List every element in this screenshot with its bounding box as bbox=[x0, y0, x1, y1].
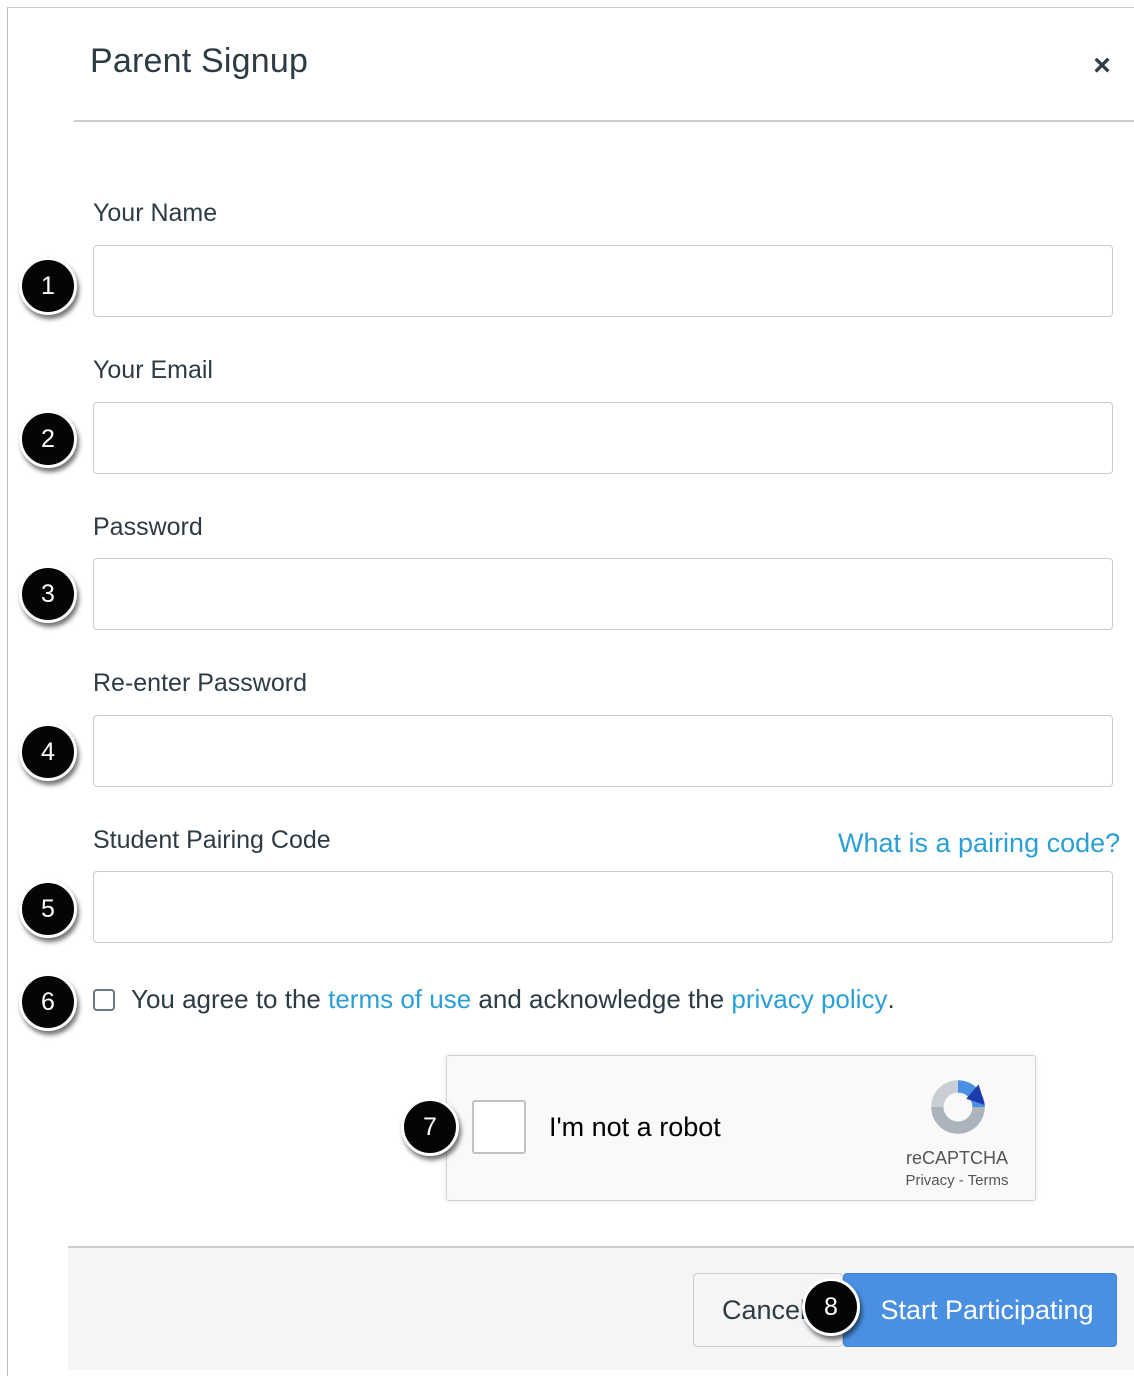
recaptcha-checkbox[interactable] bbox=[472, 1100, 526, 1154]
callout-marker-2: 2 bbox=[19, 410, 77, 468]
terms-checkbox[interactable] bbox=[93, 988, 115, 1011]
agree-middle-text: and acknowledge the bbox=[478, 984, 725, 1014]
page: Parent Signup × Your Name 1 Your Email 2… bbox=[0, 0, 1134, 1376]
recaptcha-widget: I'm not a robot reCAPTCHA Privacy - Term… bbox=[446, 1055, 1036, 1201]
callout-marker-1: 1 bbox=[19, 257, 77, 315]
recaptcha-brand: reCAPTCHA bbox=[905, 1148, 1008, 1168]
recaptcha-logo-icon bbox=[931, 1080, 985, 1134]
password-label: Password bbox=[93, 513, 203, 541]
pairing-code-input[interactable] bbox=[93, 871, 1113, 943]
pairing-code-label: Student Pairing Code bbox=[93, 826, 331, 854]
password-input[interactable] bbox=[93, 558, 1113, 630]
pairing-code-help-link[interactable]: What is a pairing code? bbox=[838, 828, 1120, 859]
privacy-policy-link[interactable]: privacy policy bbox=[731, 984, 887, 1015]
reenter-password-input[interactable] bbox=[93, 715, 1113, 787]
recaptcha-privacy-terms[interactable]: Privacy - Terms bbox=[887, 1172, 1027, 1189]
agree-suffix-text: . bbox=[887, 984, 895, 1014]
email-label: Your Email bbox=[93, 356, 213, 384]
dialog-title: Parent Signup bbox=[90, 42, 309, 80]
callout-marker-6: 6 bbox=[19, 973, 77, 1031]
start-participating-button[interactable]: Start Participating bbox=[843, 1273, 1117, 1347]
agree-prefix-text: You agree to the bbox=[131, 984, 321, 1014]
callout-marker-7: 7 bbox=[401, 1098, 459, 1156]
recaptcha-label: I'm not a robot bbox=[549, 1112, 721, 1142]
close-button[interactable]: × bbox=[1082, 48, 1122, 84]
name-input[interactable] bbox=[93, 245, 1113, 317]
terms-agreement-row: You agree to the terms of use and acknow… bbox=[93, 984, 895, 1015]
close-icon: × bbox=[1093, 49, 1111, 82]
reenter-password-label: Re-enter Password bbox=[93, 669, 307, 697]
name-label: Your Name bbox=[93, 199, 218, 227]
callout-marker-8: 8 bbox=[802, 1278, 860, 1336]
callout-marker-3: 3 bbox=[19, 565, 77, 623]
callout-marker-5: 5 bbox=[19, 880, 77, 938]
header-divider bbox=[74, 120, 1134, 122]
callout-marker-4: 4 bbox=[19, 723, 77, 781]
email-input[interactable] bbox=[93, 402, 1113, 474]
terms-of-use-link[interactable]: terms of use bbox=[328, 984, 471, 1015]
